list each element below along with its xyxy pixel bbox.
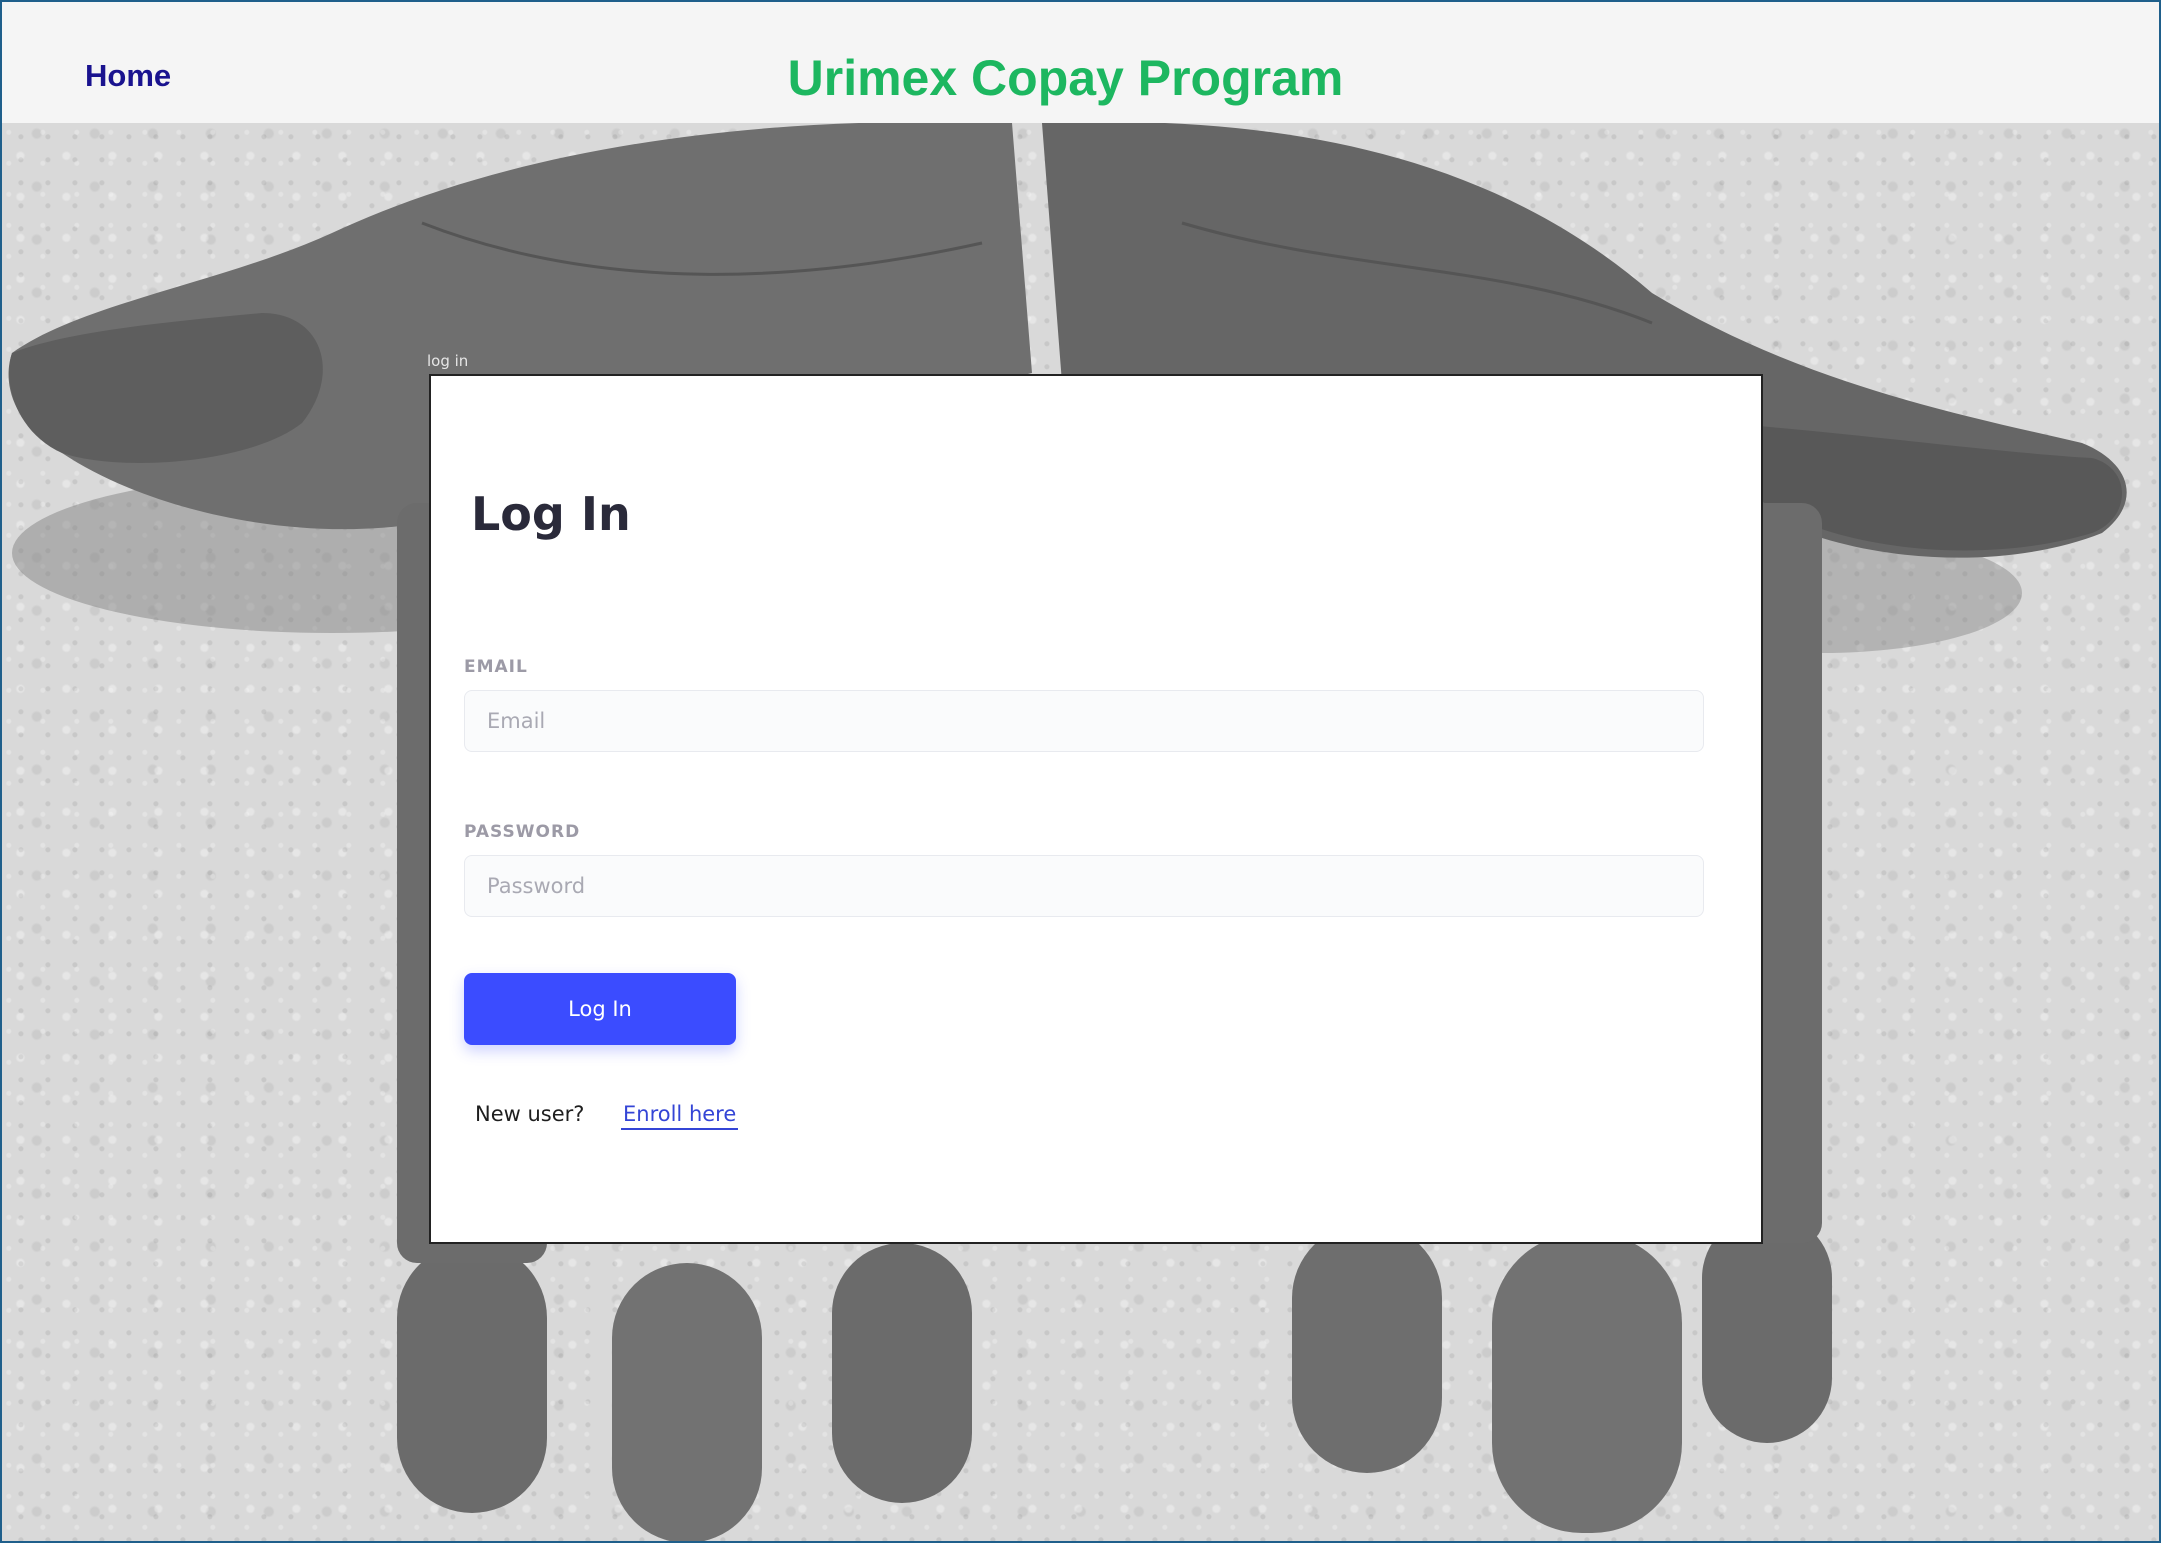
login-button[interactable]: Log In <box>464 973 736 1045</box>
card-caption: log in <box>427 352 469 370</box>
email-label: EMAIL <box>464 657 528 677</box>
login-heading: Log In <box>471 487 631 541</box>
page-frame: Home Urimex Copay Program log in Log In … <box>0 0 2161 1543</box>
password-label: PASSWORD <box>464 822 581 842</box>
email-input[interactable] <box>464 690 1704 752</box>
password-input[interactable] <box>464 855 1704 917</box>
enroll-link[interactable]: Enroll here <box>621 1100 739 1130</box>
top-header: Home Urimex Copay Program <box>2 2 2159 123</box>
site-title: Urimex Copay Program <box>787 50 1344 106</box>
new-user-text: New user? <box>475 1102 585 1126</box>
login-card: Log In EMAIL PASSWORD Log In New user? E… <box>429 374 1763 1244</box>
